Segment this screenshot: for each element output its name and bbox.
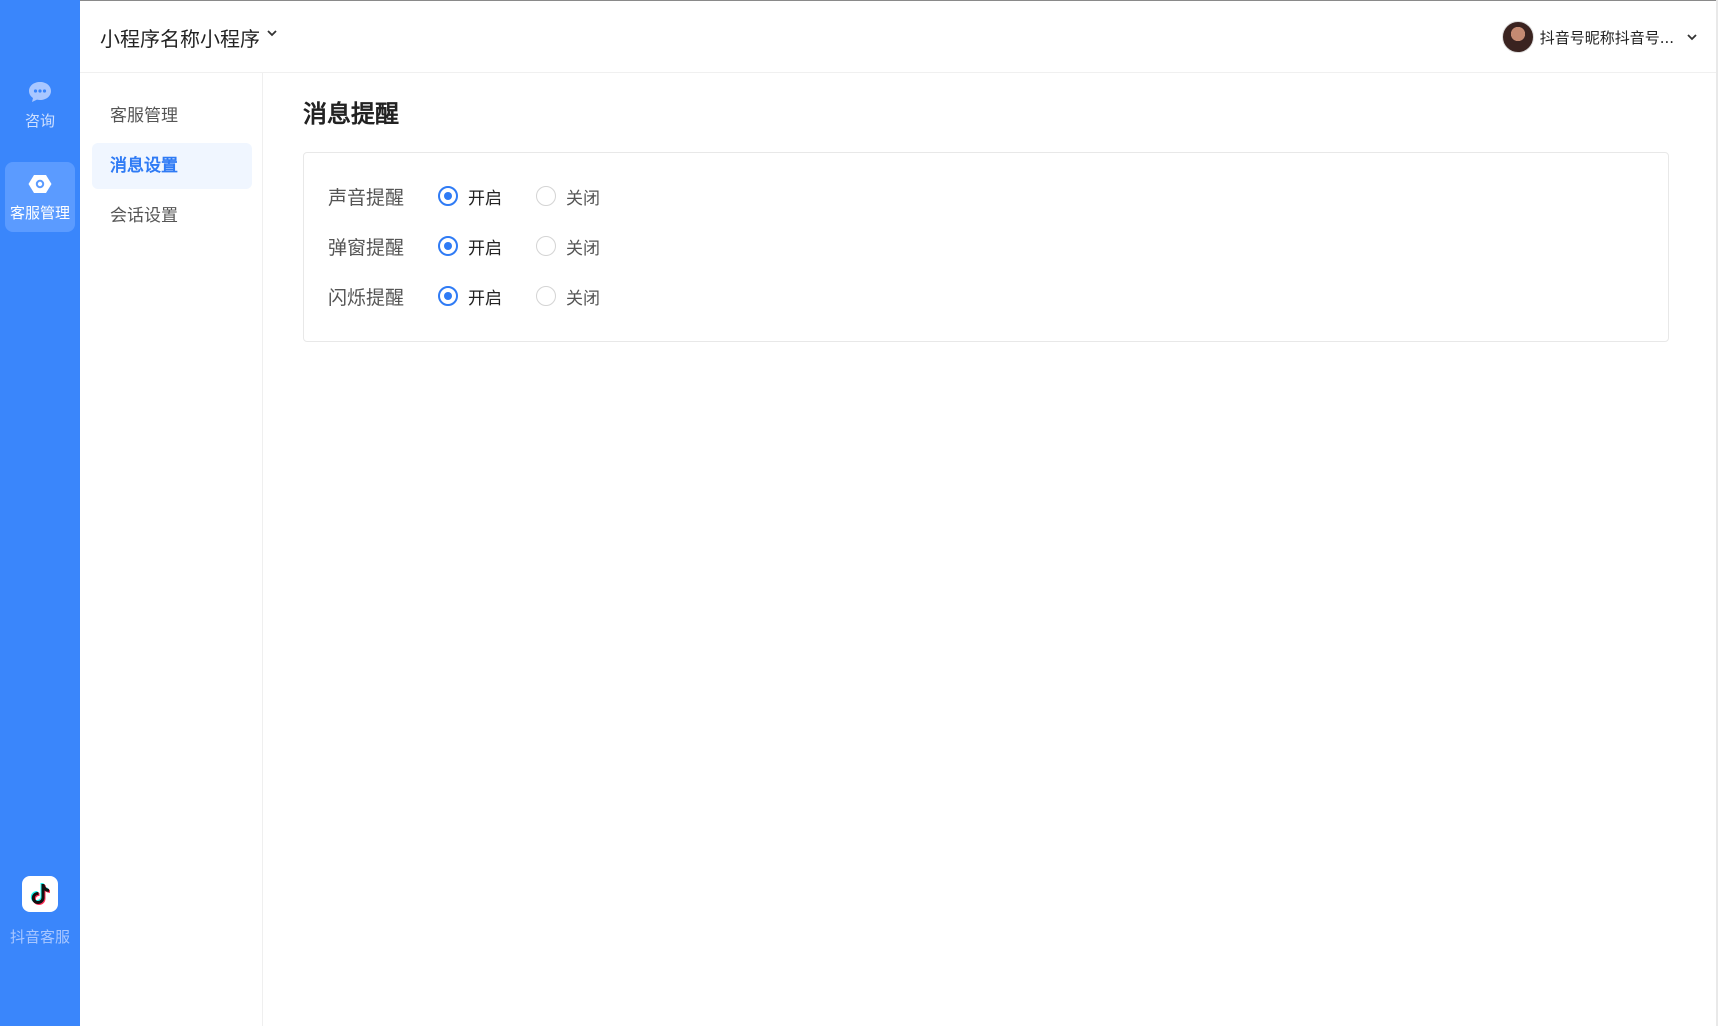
chevron-down-icon[interactable] (266, 27, 278, 39)
radio-checked-icon (438, 186, 458, 206)
setting-row-flash: 闪烁提醒 开启 关闭 (328, 281, 634, 311)
avatar (1501, 21, 1534, 53)
setting-row-popup: 弹窗提醒 开启 关闭 (328, 231, 634, 261)
app-switcher-title[interactable]: 小程序名称小程序 (100, 23, 260, 52)
rail-item-service-label: 客服管理 (9, 204, 70, 222)
radio-flash-off[interactable]: 关闭 (536, 284, 600, 309)
setting-row-sound: 声音提醒 开启 关闭 (328, 181, 634, 211)
radio-label: 关闭 (566, 188, 600, 209)
reminder-settings-card: 声音提醒 开启 关闭 弹窗提醒 开启 关闭 闪烁提醒 开启 关闭 (303, 152, 1669, 342)
rail-item-service-management[interactable]: 客服管理 (5, 162, 75, 232)
radio-label: 关闭 (566, 288, 600, 309)
page-title: 消息提醒 (303, 100, 399, 128)
subnav-item-service-management[interactable]: 客服管理 (92, 93, 252, 139)
rail-item-consult[interactable]: 咨询 (5, 80, 75, 138)
setting-label: 闪烁提醒 (328, 286, 405, 309)
radio-label: 开启 (468, 238, 502, 259)
radio-sound-off[interactable]: 关闭 (536, 184, 600, 209)
hexagon-settings-icon (28, 175, 52, 193)
left-rail: 咨询 客服管理 抖音客服 (0, 0, 80, 1026)
subnav-item-session-settings[interactable]: 会话设置 (92, 193, 252, 239)
setting-label: 弹窗提醒 (328, 236, 405, 259)
secondary-nav: 客服管理 消息设置 会话设置 (80, 73, 263, 1026)
user-nickname: 抖音号昵称抖音号... (1539, 28, 1674, 47)
rail-item-douyin-label: 抖音客服 (9, 928, 70, 946)
tiktok-logo-icon (22, 876, 58, 912)
radio-checked-icon (438, 286, 458, 306)
chat-bubble-icon (29, 82, 51, 102)
chevron-down-icon (1687, 34, 1697, 41)
radio-label: 关闭 (566, 238, 600, 259)
radio-sound-on[interactable]: 开启 (438, 184, 502, 209)
radio-popup-off[interactable]: 关闭 (536, 234, 600, 259)
top-bar: 小程序名称小程序 抖音号昵称抖音号... (80, 1, 1716, 73)
radio-flash-on[interactable]: 开启 (438, 284, 502, 309)
rail-item-douyin-service[interactable]: 抖音客服 (5, 876, 75, 954)
radio-checked-icon (438, 236, 458, 256)
radio-unchecked-icon (536, 186, 556, 206)
user-menu[interactable]: 抖音号昵称抖音号... (1501, 19, 1698, 55)
radio-label: 开启 (468, 188, 502, 209)
radio-popup-on[interactable]: 开启 (438, 234, 502, 259)
radio-label: 开启 (468, 288, 502, 309)
radio-unchecked-icon (536, 236, 556, 256)
setting-label: 声音提醒 (328, 186, 405, 209)
subnav-item-message-settings[interactable]: 消息设置 (92, 143, 252, 189)
radio-unchecked-icon (536, 286, 556, 306)
rail-item-consult-label: 咨询 (24, 112, 55, 130)
